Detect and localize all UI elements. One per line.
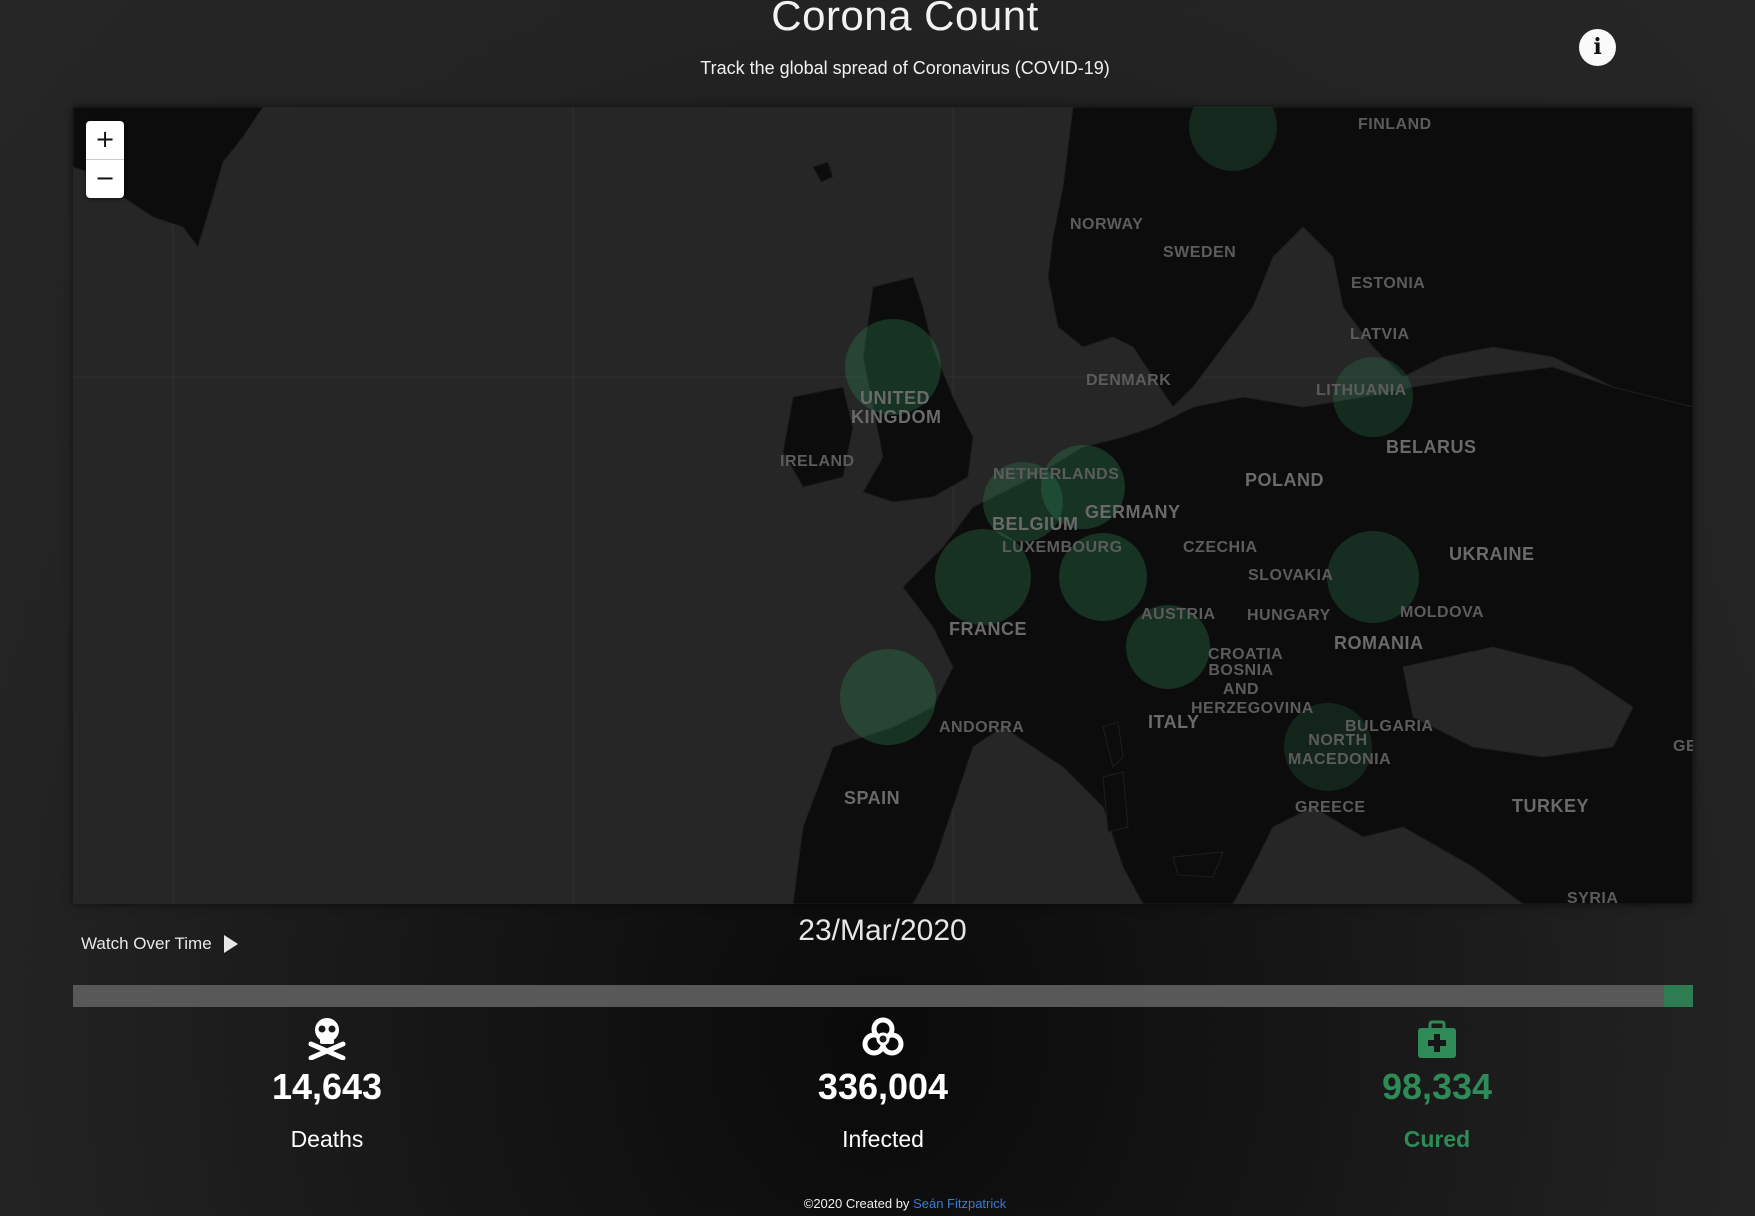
country-label: ROMANIA [1334,633,1424,653]
cured-label: Cured [1403,1126,1471,1152]
map[interactable]: FINLAND NORWAY SWEDEN ESTONIA LATVIA LIT… [73,107,1693,904]
country-label: GREECE [1295,799,1366,816]
country-label: GERMANY [1085,502,1181,522]
infected-stat: 336,004 Infected [733,1010,1033,1153]
country-label: LATVIA [1350,326,1410,343]
zoom-out-button[interactable]: − [86,160,124,198]
country-label: UKRAINE [1449,544,1535,564]
country-label: TURKEY [1512,796,1590,816]
country-label: IRELAND [780,453,855,470]
author-link[interactable]: Seán Fitzpatrick [913,1196,1006,1211]
map-land [73,107,1693,904]
cured-count: 98,334 [1381,1066,1493,1107]
info-button[interactable]: i [1579,29,1616,66]
page-title: Corona Count [771,0,1039,39]
country-label: SLOVAKIA [1248,567,1334,584]
deaths-count: 14,643 [271,1066,383,1107]
country-label: DENMARK [1086,372,1172,389]
footer-text: ©2020 Created by [803,1196,910,1211]
info-icon: i [1593,34,1602,60]
skull-crossbones-icon [177,1010,477,1060]
medkit-icon [1287,1010,1587,1060]
country-label: NORWAY [1070,216,1144,233]
country-label: SYRIA [1567,890,1619,904]
page-subtitle: Track the global spread of Coronavirus (… [700,58,1110,78]
country-label: LITHUANIA [1316,382,1407,399]
country-label: ANDORRA [939,719,1025,736]
country-label: SWEDEN [1163,244,1237,261]
deaths-label: Deaths [290,1126,364,1152]
zoom-in-button[interactable]: + [86,121,124,160]
country-label: LUXEMBOURG [1002,539,1123,556]
country-label: BOSNIA AND HERZEGOVINA [1191,662,1314,717]
cured-stat: 98,334 Cured [1287,1010,1587,1153]
current-date: 23/Mar/2020 [798,914,967,947]
country-label: MOLDOVA [1400,604,1485,621]
country-label: UNITED KINGDOM [851,388,942,427]
country-label: SPAIN [844,788,901,808]
country-label: NETHERLANDS [993,466,1120,483]
deaths-stat: 14,643 Deaths [177,1010,477,1153]
country-label: ITALY [1148,712,1200,732]
country-label: HUNGARY [1247,607,1331,624]
country-label: AUSTRIA [1141,606,1216,623]
country-label: BELARUS [1386,437,1477,457]
footer: ©2020 Created by Seán Fitzpatrick [0,1196,1755,1211]
infected-label: Infected [842,1126,924,1152]
country-label: FRANCE [949,619,1027,639]
timeline-progress-fill [1663,985,1693,1007]
timeline-progress-bar[interactable] [73,985,1693,1007]
country-label: GE [1673,738,1693,755]
country-label: CZECHIA [1183,539,1258,556]
country-label: BELGIUM [992,514,1079,534]
country-label: FINLAND [1358,116,1432,133]
country-label: ESTONIA [1351,275,1426,292]
biohazard-icon [733,1010,1033,1060]
country-label: POLAND [1245,470,1324,490]
zoom-control: + − [86,121,124,198]
infected-count: 336,004 [817,1066,949,1107]
country-label: NORTH MACEDONIA [1288,732,1392,768]
